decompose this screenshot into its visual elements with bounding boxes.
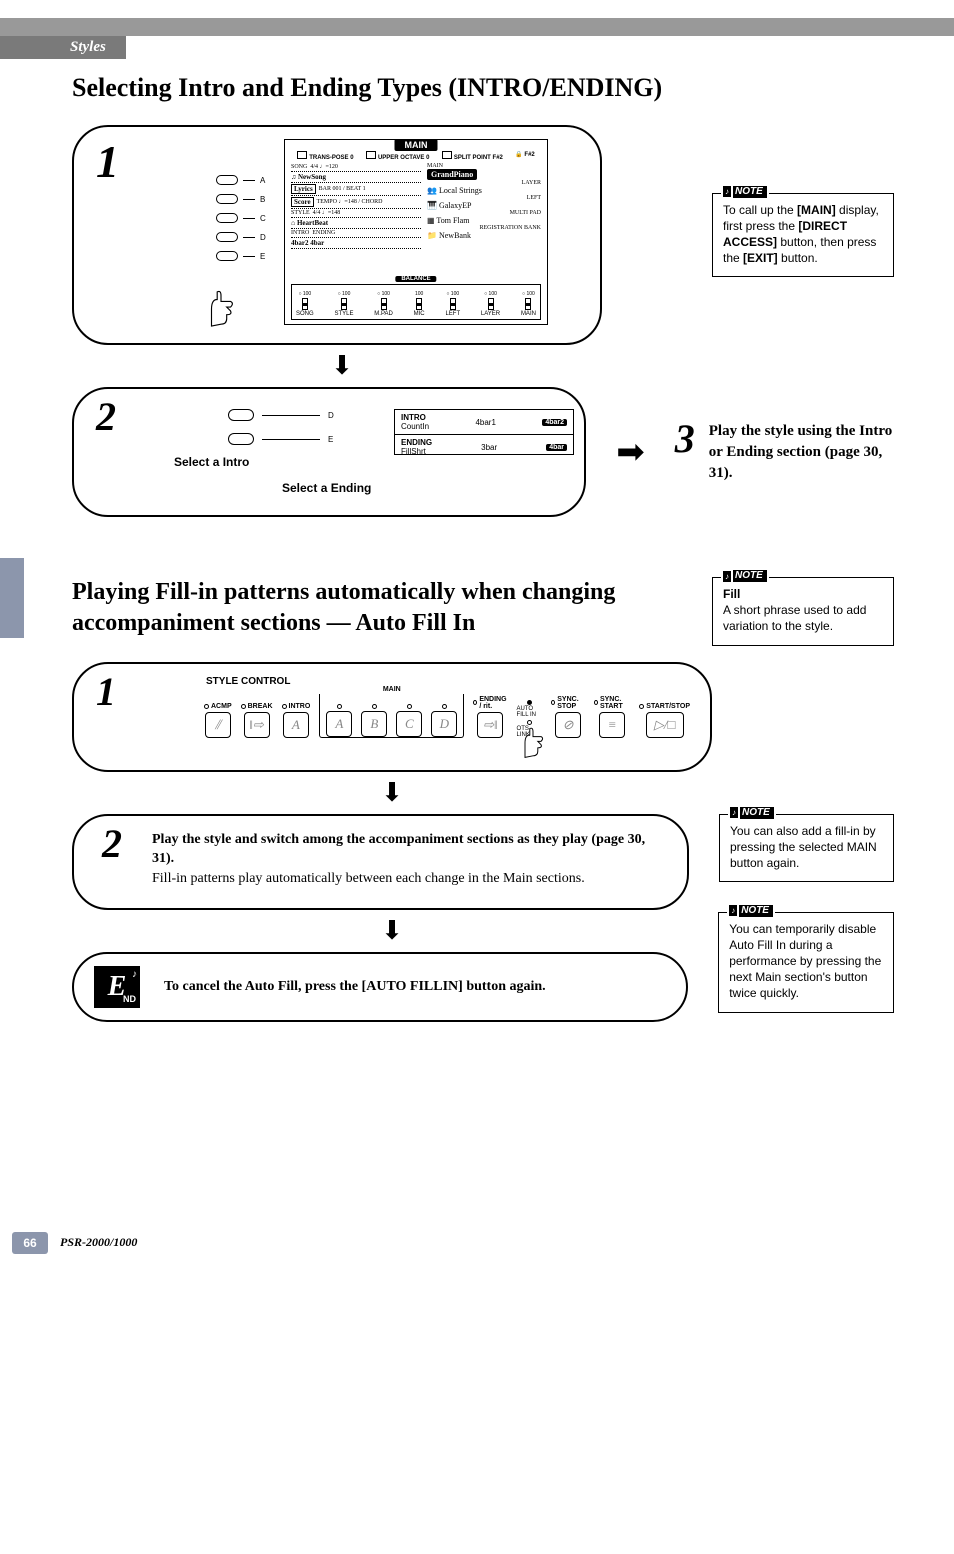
arrow-down-icon-2: ⬇ <box>362 778 422 808</box>
step-1-number: 1 <box>96 135 119 188</box>
intro-button[interactable]: INTROA <box>282 703 311 738</box>
page-title-2: Playing Fill-in patterns automatically w… <box>72 577 672 639</box>
lcd-title: MAIN <box>395 139 438 151</box>
main-d-button[interactable]: D <box>431 704 457 737</box>
hw-button-d-2[interactable]: D <box>228 409 334 421</box>
main-a-button[interactable]: A <box>326 704 352 737</box>
page-number: 66 <box>12 1232 48 1254</box>
step-d-bold: Play the style and switch among the acco… <box>152 832 645 867</box>
arrow-right-icon: ➡ <box>616 432 645 472</box>
page-footer: 66 PSR-2000/1000 <box>12 1232 954 1254</box>
step-2-panel: 2 D E INTROCountIn4bar14bar2 ENDINGFillS… <box>72 387 586 517</box>
main-lcd-screen: MAIN TRANS-POSE 0 UPPER OCTAVE 0 SPLIT P… <box>284 139 548 325</box>
hw-button-e[interactable]: E <box>216 251 266 261</box>
step2-hw-buttons: D E <box>228 409 334 445</box>
note-main-display: ♪NOTE To call up the [MAIN] display, fir… <box>712 193 894 278</box>
auto-fill-in-led[interactable]: AUTO FILL IN <box>517 700 543 718</box>
main-group: MAIN A B C D <box>319 694 464 738</box>
model-name: PSR-2000/1000 <box>60 1235 137 1250</box>
intro-ending-lcd: INTROCountIn4bar14bar2 ENDINGFillShrt3ba… <box>394 409 574 455</box>
end-panel: E ND ♪ To cancel the Auto Fill, press th… <box>72 952 688 1022</box>
hw-button-a[interactable]: A <box>216 175 266 185</box>
main-b-button[interactable]: B <box>361 704 387 737</box>
step-d-panel: 2 Play the style and switch among the ac… <box>72 814 689 910</box>
caption-select-intro: Select a Intro <box>174 455 249 469</box>
arrow-down-icon: ⬇ <box>312 351 372 381</box>
page-title-1: Selecting Intro and Ending Types (INTRO/… <box>72 73 894 103</box>
sync-stop-button[interactable]: SYNC. STOP⊘ <box>551 696 585 738</box>
step-3-number: 3 <box>675 415 695 462</box>
style-control-panel: 1 STYLE CONTROL ACMP⫽ BREAK‖⇨ INTROA MAI… <box>72 662 712 772</box>
sc-step-number: 1 <box>96 668 116 715</box>
side-tab <box>0 558 24 638</box>
section-tab: Styles <box>0 36 126 59</box>
step-d-number: 2 <box>102 820 122 867</box>
hardware-buttons-left: A B C D E <box>216 175 266 261</box>
note-add-fillin: ♪NOTE You can also add a fill-in by pres… <box>719 814 894 883</box>
pointing-hand-icon-2 <box>517 727 549 764</box>
pointing-hand-icon <box>202 290 240 333</box>
start-stop-button[interactable]: START/STOP▷/□ <box>639 703 690 738</box>
hw-button-e-2[interactable]: E <box>228 433 334 445</box>
main-c-button[interactable]: C <box>396 704 422 737</box>
step-d-body: Fill-in patterns play automatically betw… <box>152 871 585 886</box>
break-button[interactable]: BREAK‖⇨ <box>241 703 273 738</box>
step-3-block: 3 Play the style using the Intro or Endi… <box>675 421 894 484</box>
hw-button-b[interactable]: B <box>216 194 266 204</box>
step-3-text: Play the style using the Intro or Ending… <box>709 421 894 484</box>
end-badge: E ND ♪ <box>94 966 140 1008</box>
sync-start-button[interactable]: SYNC. START≡ <box>594 696 630 738</box>
arrow-down-icon-3: ⬇ <box>362 916 422 946</box>
hw-button-c[interactable]: C <box>216 213 266 223</box>
acmp-button[interactable]: ACMP⫽ <box>204 703 232 738</box>
caption-select-ending: Select a Ending <box>282 481 371 495</box>
note-disable-autofill: ♪NOTE You can temporarily disable Auto F… <box>718 912 894 1013</box>
step-1-panel: 1 A B C D E MAIN TRANS-POSE 0 UPPER OCTA… <box>72 125 602 345</box>
hw-button-d[interactable]: D <box>216 232 266 242</box>
end-text: To cancel the Auto Fill, press the [AUTO… <box>164 979 546 995</box>
ending-button[interactable]: ENDING / rit.⇨‖ <box>473 696 507 738</box>
top-grey-bar <box>0 18 954 36</box>
note-fill-definition: ♪NOTE Fill A short phrase used to add va… <box>712 577 894 646</box>
style-control-label: STYLE CONTROL <box>206 676 290 687</box>
step-2-number: 2 <box>96 393 116 440</box>
